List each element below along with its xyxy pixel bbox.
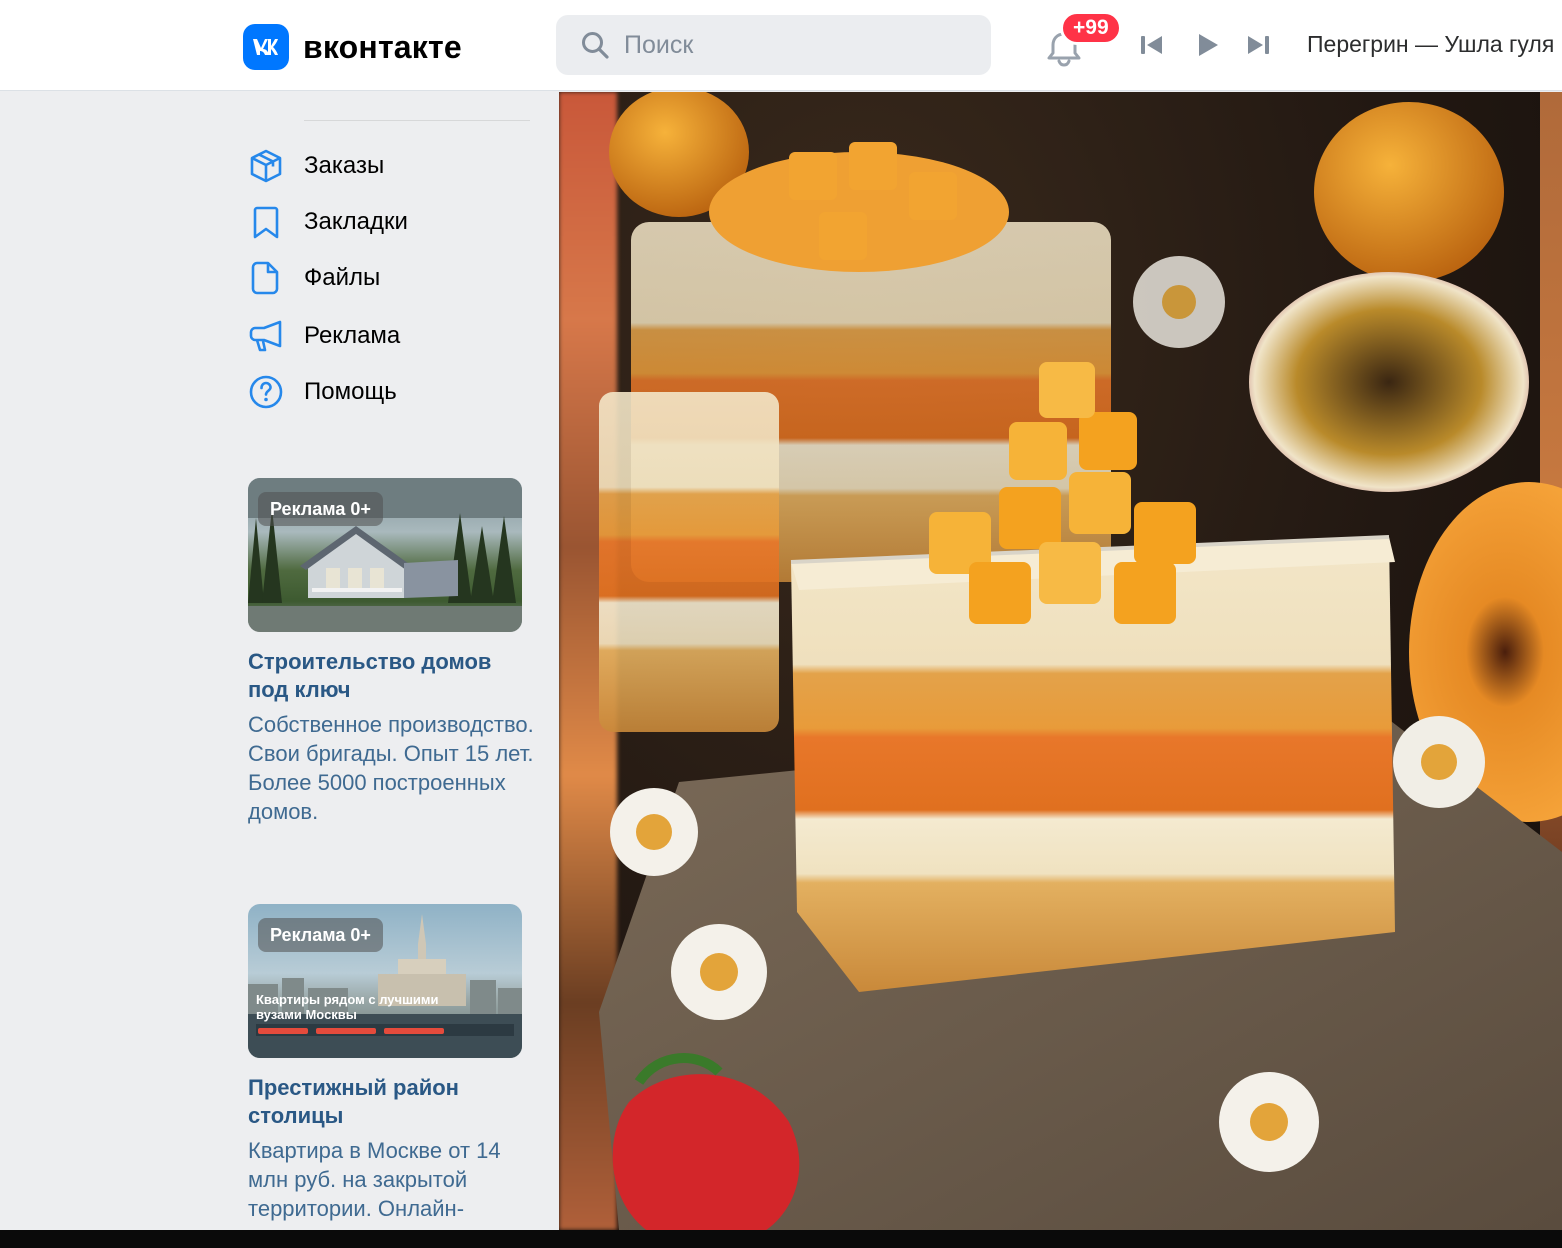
ad-description[interactable]: Квартира в Москве от 14 млн руб. на закр… bbox=[248, 1136, 538, 1223]
ad-image-moscow[interactable]: Реклама 0+ Квартиры рядом с лучшими вуза… bbox=[248, 904, 522, 1058]
search-icon bbox=[580, 30, 610, 60]
file-icon bbox=[246, 258, 286, 298]
sidebar-item-help[interactable]: Помощь bbox=[246, 370, 397, 414]
ad-title[interactable]: Престижный район столицы bbox=[248, 1074, 528, 1130]
bookmark-icon bbox=[246, 202, 286, 242]
sidebar-item-bookmarks[interactable]: Закладки bbox=[246, 200, 408, 244]
search-input[interactable] bbox=[624, 30, 964, 60]
vk-logo-icon bbox=[243, 24, 289, 70]
vk-logo[interactable]: вконтакте bbox=[243, 24, 462, 70]
ad-image-caption: Квартиры рядом с лучшими вузами Москвы bbox=[256, 992, 439, 1022]
box-icon bbox=[246, 146, 286, 186]
sidebar-item-label: Помощь bbox=[304, 378, 397, 405]
sidebar-separator bbox=[304, 120, 530, 121]
search-box[interactable] bbox=[556, 15, 991, 75]
now-playing-track[interactable]: Перегрин — Ушла гуля bbox=[1307, 31, 1562, 58]
ad-image-house[interactable]: Реклама 0+ bbox=[248, 478, 522, 632]
sidebar-item-label: Реклама bbox=[304, 322, 401, 349]
top-header: вконтакте +99 Перегрин — Ушла гуля bbox=[0, 0, 1562, 91]
bottom-bar bbox=[0, 1230, 1562, 1248]
megaphone-icon bbox=[246, 316, 286, 356]
sidebar-item-label: Заказы bbox=[304, 152, 385, 179]
sidebar-item-orders[interactable]: Заказы bbox=[246, 144, 384, 188]
ad-description[interactable]: Собственное производство. Свои бригады. … bbox=[248, 710, 538, 826]
ad-label-chip: Реклама 0+ bbox=[258, 492, 383, 526]
play-icon[interactable] bbox=[1192, 30, 1222, 60]
sidebar-item-files[interactable]: Файлы bbox=[246, 256, 380, 300]
sidebar-item-ads[interactable]: Реклама bbox=[246, 314, 400, 358]
sidebar-item-label: Закладки bbox=[304, 208, 408, 235]
notifications-badge: +99 bbox=[1060, 11, 1122, 45]
dessert-photo bbox=[599, 92, 1562, 1230]
help-icon bbox=[246, 372, 286, 412]
left-sidebar: Заказы Закладки Файлы Реклама Помощь Рек… bbox=[0, 92, 559, 1230]
previous-track-icon[interactable] bbox=[1137, 30, 1167, 60]
next-track-icon[interactable] bbox=[1243, 30, 1273, 60]
ad-title[interactable]: Строительство домов под ключ bbox=[248, 648, 528, 704]
sidebar-item-label: Файлы bbox=[304, 264, 381, 291]
photo-viewer[interactable] bbox=[559, 92, 1562, 1230]
logo-text: вконтакте bbox=[303, 28, 462, 65]
ad-label-chip: Реклама 0+ bbox=[258, 918, 383, 952]
